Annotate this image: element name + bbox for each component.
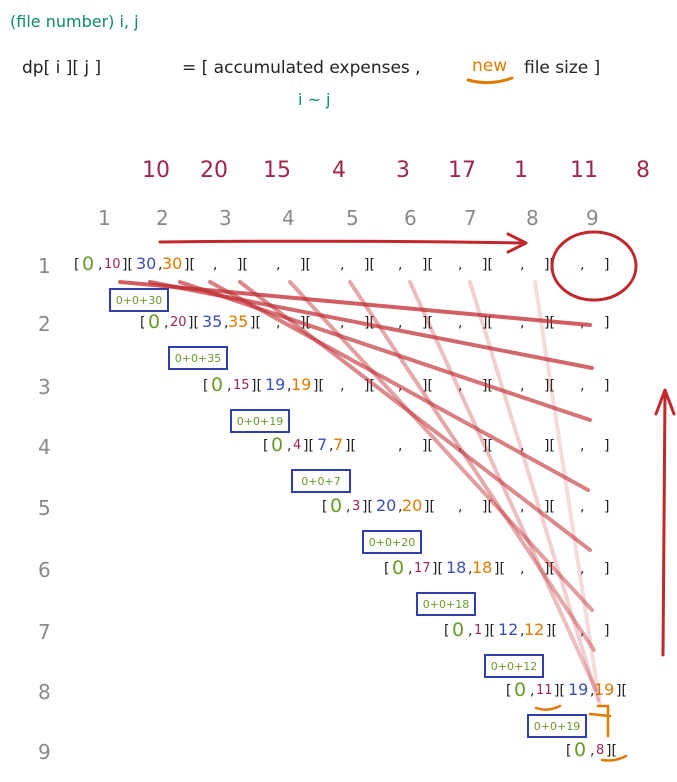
new-underline	[466, 76, 514, 85]
annotation-layer	[118, 76, 676, 762]
diagonal-lines	[118, 280, 602, 707]
up-arrow	[654, 388, 676, 657]
orange-annotations	[534, 704, 628, 762]
right-arrow	[158, 232, 528, 254]
diagram-canvas: (file number) i, j dp[ i ][ j ] = [ accu…	[0, 0, 677, 782]
target-circle	[550, 230, 638, 302]
